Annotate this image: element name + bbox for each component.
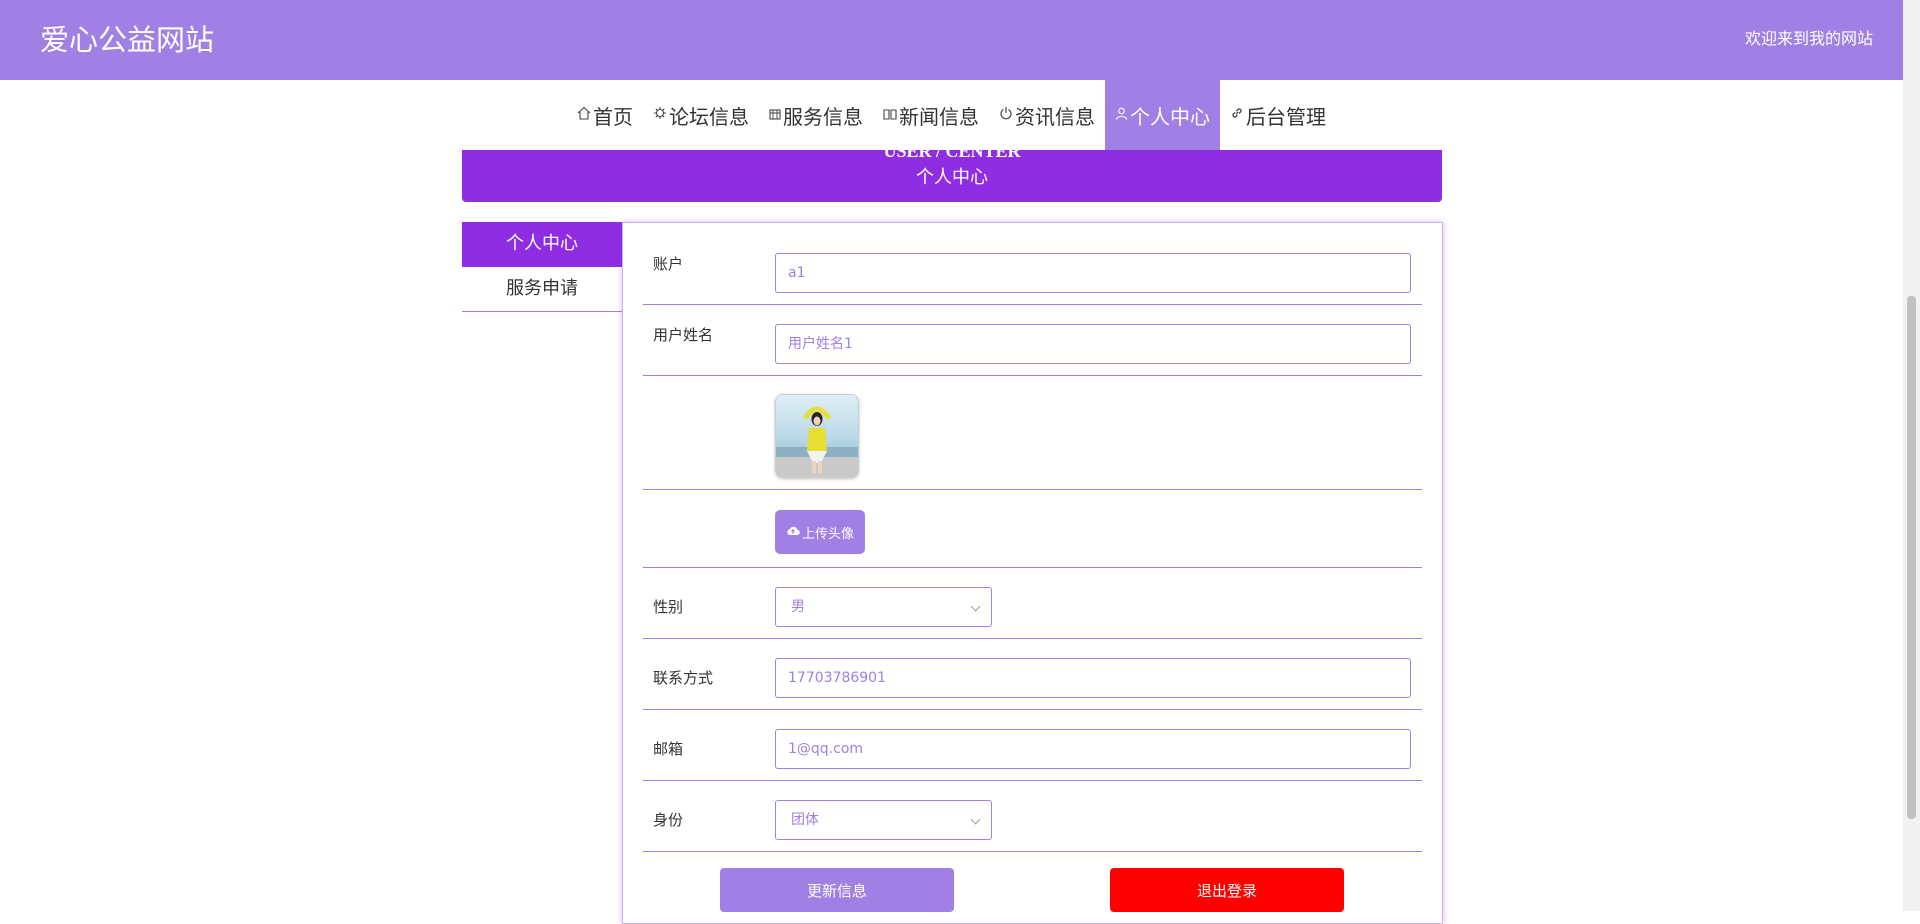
nav-label-service: 服务信息 xyxy=(783,104,863,129)
scrollbar-thumb[interactable] xyxy=(1907,296,1916,819)
identity-select[interactable]: 团体 xyxy=(775,800,992,840)
grid-icon xyxy=(769,106,781,124)
nav-item-service[interactable]: 服务信息 xyxy=(759,80,873,150)
chevron-down-icon xyxy=(970,814,981,825)
nav-item-admin[interactable]: 后台管理 xyxy=(1220,80,1336,150)
nav-label-forum: 论坛信息 xyxy=(669,104,749,129)
nav-item-news[interactable]: 新闻信息 xyxy=(873,80,989,150)
upload-avatar-button[interactable]: 上传头像 xyxy=(775,510,865,554)
form-row-account: 账户 a1 xyxy=(643,223,1422,305)
power-icon xyxy=(999,106,1013,124)
link-icon xyxy=(1230,106,1244,124)
form-row-gender: 性别 男 xyxy=(643,568,1422,639)
gender-value: 男 xyxy=(791,599,805,615)
nav-label-news: 新闻信息 xyxy=(899,104,979,129)
nav-label-info: 资讯信息 xyxy=(1015,104,1095,129)
nav-item-home[interactable]: 首页 xyxy=(567,80,643,150)
account-input[interactable]: a1 xyxy=(775,253,1411,293)
logout-button[interactable]: 退出登录 xyxy=(1110,868,1344,912)
top-header: 爱心公益网站 欢迎来到我的网站 xyxy=(0,0,1903,80)
update-info-button[interactable]: 更新信息 xyxy=(720,868,954,912)
welcome-text: 欢迎来到我的网站 xyxy=(1744,29,1873,48)
sidebar: 个人中心 服务申请 xyxy=(462,222,622,312)
page-scrollbar[interactable] xyxy=(1903,0,1920,911)
phone-label: 联系方式 xyxy=(653,669,714,687)
avatar-image xyxy=(775,394,859,478)
email-label: 邮箱 xyxy=(653,740,684,758)
nav-label-home: 首页 xyxy=(593,104,633,129)
gender-select[interactable]: 男 xyxy=(775,587,992,627)
form-row-upload: 上传头像 xyxy=(643,490,1422,568)
site-title[interactable]: 爱心公益网站 xyxy=(40,20,214,60)
nav-item-forum[interactable]: 论坛信息 xyxy=(643,80,759,150)
gear-icon xyxy=(653,106,667,124)
page-banner: USER / CENTER 个人中心 xyxy=(462,150,1442,202)
nav-label-admin: 后台管理 xyxy=(1246,104,1326,129)
phone-input[interactable]: 17703786901 xyxy=(775,658,1411,698)
email-input[interactable]: 1@qq.com xyxy=(775,729,1411,769)
book-icon xyxy=(883,106,897,124)
main-nav: 首页 论坛信息 服务信息 新闻信息 资讯信息 个人中心 后台管理 xyxy=(0,80,1903,150)
identity-value: 团体 xyxy=(791,812,819,828)
username-input[interactable]: 用户姓名1 xyxy=(775,324,1411,364)
home-icon xyxy=(577,106,591,124)
nav-item-info[interactable]: 资讯信息 xyxy=(989,80,1105,150)
banner-title-zh: 个人中心 xyxy=(916,167,988,188)
form-row-username: 用户姓名 用户姓名1 xyxy=(643,305,1422,376)
upload-avatar-label: 上传头像 xyxy=(801,526,854,542)
nav-item-user-center[interactable]: 个人中心 xyxy=(1105,80,1220,150)
identity-label: 身份 xyxy=(653,811,684,829)
user-icon xyxy=(1115,106,1128,124)
sidebar-item-user-center[interactable]: 个人中心 xyxy=(462,222,622,267)
sidebar-item-service-apply[interactable]: 服务申请 xyxy=(462,267,622,312)
profile-form: 账户 a1 用户姓名 用户姓名1 上传头像 性别 男 联系方式 17703786… xyxy=(622,222,1443,924)
form-row-identity: 身份 团体 xyxy=(643,781,1422,852)
username-label: 用户姓名 xyxy=(653,326,714,344)
banner-title-en: USER / CENTER xyxy=(883,150,1021,161)
form-row-avatar xyxy=(643,376,1422,490)
cloud-upload-icon xyxy=(786,525,800,540)
nav-label-user-center: 个人中心 xyxy=(1130,104,1210,129)
form-row-email: 邮箱 1@qq.com xyxy=(643,710,1422,781)
gender-label: 性别 xyxy=(653,598,684,616)
form-row-phone: 联系方式 17703786901 xyxy=(643,639,1422,710)
chevron-down-icon xyxy=(970,601,981,612)
account-label: 账户 xyxy=(653,255,684,273)
